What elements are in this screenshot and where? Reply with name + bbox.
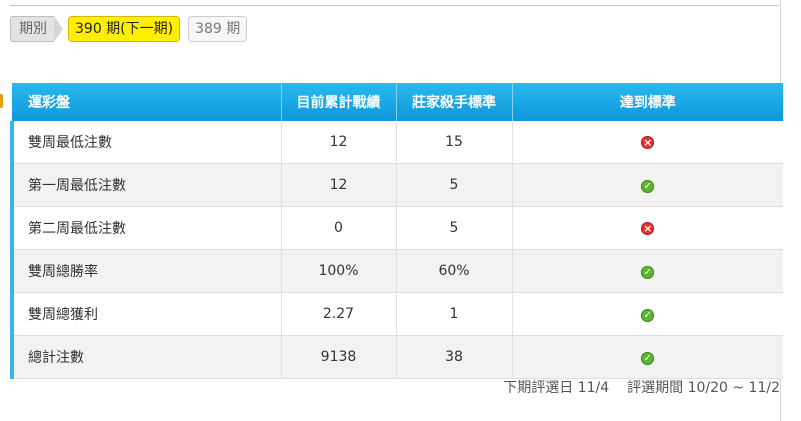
period-label: 期別: [10, 16, 63, 42]
row-standard: 15: [396, 121, 513, 164]
row-name: 總計注數: [10, 335, 282, 379]
row-current: 12: [281, 163, 397, 207]
table-row: 總計注數 9138 38 ✓: [10, 335, 783, 379]
current-period-button[interactable]: 390 期(下一期): [68, 16, 181, 42]
check-icon: ✓: [641, 352, 655, 365]
row-current: 12: [281, 121, 397, 164]
row-name: 雙周最低注數: [10, 121, 282, 164]
table-row: 雙周最低注數 12 15 ×: [10, 121, 783, 164]
check-icon: ✓: [641, 180, 655, 193]
top-divider: [10, 5, 779, 6]
table-row: 雙周總勝率 100% 60% ✓: [10, 249, 783, 293]
previous-period-button[interactable]: 389 期: [188, 16, 248, 42]
left-edge-marker: [0, 94, 3, 108]
next-selection-date: 下期評選日 11/4: [503, 380, 610, 396]
row-standard: 5: [396, 206, 513, 250]
table-row: 第一周最低注數 12 5 ✓: [10, 163, 783, 207]
row-name: 第二周最低注數: [10, 206, 282, 250]
row-current: 9138: [281, 335, 397, 379]
row-standard: 1: [396, 292, 513, 336]
row-standard: 60%: [396, 249, 513, 293]
row-met: ✓: [512, 249, 783, 293]
row-met: ×: [512, 121, 783, 164]
row-met: ✓: [512, 163, 783, 207]
table-row: 第二周最低注數 0 5 ×: [10, 206, 783, 250]
check-icon: ✓: [641, 266, 655, 279]
cross-icon: ×: [641, 222, 655, 235]
table-header-row: 運彩盤 目前累計戰績 莊家殺手標準 達到標準: [12, 83, 783, 121]
row-current: 2.27: [281, 292, 397, 336]
period-selector: 期別 390 期(下一期) 389 期: [10, 16, 248, 42]
header-standard: 莊家殺手標準: [396, 83, 513, 121]
cross-icon: ×: [641, 136, 655, 149]
row-name: 雙周總勝率: [10, 249, 282, 293]
row-current: 100%: [281, 249, 397, 293]
header-current-record: 目前累計戰績: [281, 83, 397, 121]
row-standard: 5: [396, 163, 513, 207]
row-name: 雙周總獲利: [10, 292, 282, 336]
stats-table: 運彩盤 目前累計戰績 莊家殺手標準 達到標準 雙周最低注數 12 15 × 第一…: [10, 83, 783, 379]
row-name: 第一周最低注數: [10, 163, 282, 207]
check-icon: ✓: [641, 309, 655, 322]
row-current: 0: [281, 206, 397, 250]
header-met: 達到標準: [512, 83, 783, 121]
row-standard: 38: [396, 335, 513, 379]
selection-info: 下期評選日 11/4 評選期間 10/20 ~ 11/2: [503, 377, 780, 397]
header-lottery: 運彩盤: [12, 83, 282, 121]
row-met: ×: [512, 206, 783, 250]
selection-period: 評選期間 10/20 ~ 11/2: [627, 380, 780, 396]
row-met: ✓: [512, 292, 783, 336]
table-row: 雙周總獲利 2.27 1 ✓: [10, 292, 783, 336]
row-met: ✓: [512, 335, 783, 379]
